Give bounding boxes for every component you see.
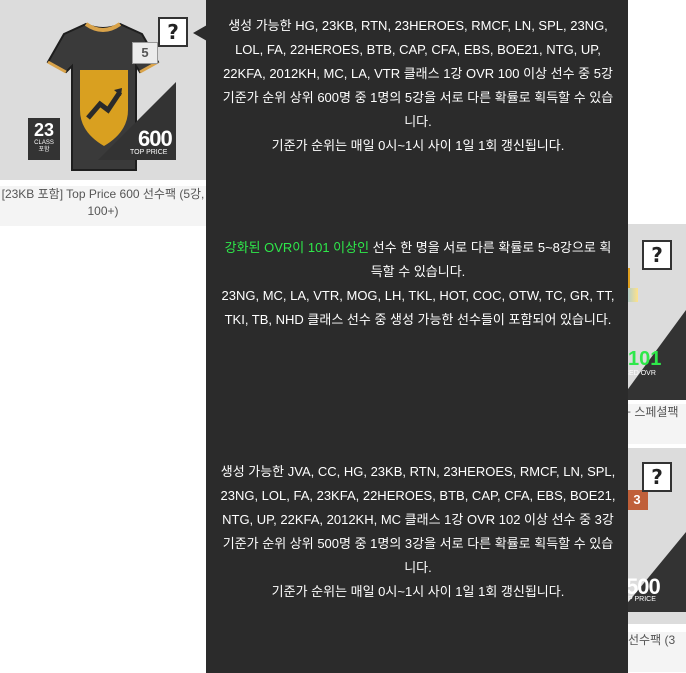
pack-caption[interactable]: + 스페셜팩 bbox=[624, 404, 686, 444]
tooltip-section-3: 생성 가능한 JVA, CC, HG, 23KB, RTN, 23HEROES,… bbox=[220, 460, 616, 604]
tooltip-note: 기준가 순위는 매일 0시~1시 사이 1일 1회 갱신됩니다. bbox=[271, 584, 565, 599]
tooltip-section-2: 강화된 OVR이 101 이상인 선수 한 명을 서로 다른 확률로 5~8강으… bbox=[220, 236, 616, 332]
help-button[interactable]: ? bbox=[642, 240, 672, 270]
pack-caption[interactable]: 선수팩 (3 bbox=[628, 632, 686, 672]
ovr-value: 101 bbox=[628, 348, 662, 370]
ovr-label: CED OVR bbox=[624, 370, 656, 377]
enhance-level-badge: 3 bbox=[626, 490, 648, 510]
class-badge: 23 CLASS 포함 bbox=[28, 118, 60, 160]
tooltip-class-list: 23NG, MC, LA, VTR, MOG, LH, TKL, HOT, CO… bbox=[221, 288, 615, 327]
help-button[interactable]: ? bbox=[642, 462, 672, 492]
tooltip-pointer bbox=[193, 25, 207, 41]
top-price-label: TOP PRICE bbox=[130, 149, 168, 156]
tooltip-description: 강화된 OVR이 101 이상인 선수 한 명을 서로 다른 확률로 5~8강으… bbox=[224, 240, 612, 279]
help-button[interactable]: ? bbox=[158, 17, 188, 47]
tooltip-note: 기준가 순위는 매일 0시~1시 사이 1일 1회 갱신됩니다. bbox=[271, 138, 565, 153]
enhance-level-badge: 5 bbox=[132, 42, 158, 64]
tooltip-description: 생성 가능한 HG, 23KB, RTN, 23HEROES, RMCF, LN… bbox=[222, 18, 614, 129]
pack-caption[interactable]: [23KB 포함] Top Price 600 선수팩 (5강, 100+) bbox=[0, 186, 206, 226]
top-price-label: P PRICE bbox=[628, 596, 656, 603]
tooltip-description: 생성 가능한 JVA, CC, HG, 23KB, RTN, 23HEROES,… bbox=[220, 464, 616, 575]
tooltip-section-1: 생성 가능한 HG, 23KB, RTN, 23HEROES, RMCF, LN… bbox=[220, 14, 616, 158]
pack-info-tooltip: 생성 가능한 HG, 23KB, RTN, 23HEROES, RMCF, LN… bbox=[206, 0, 628, 673]
tooltip-highlight: 강화된 OVR이 101 이상인 bbox=[224, 240, 370, 255]
